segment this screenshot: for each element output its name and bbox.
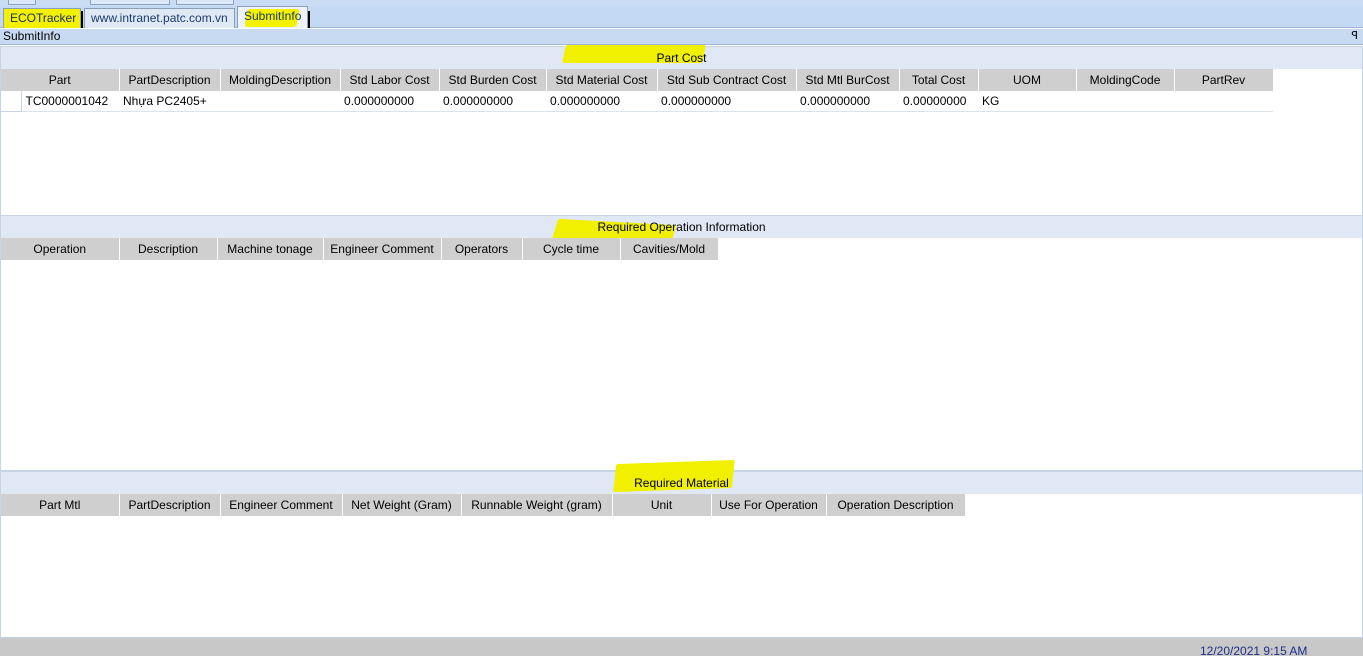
column-header-cavities-mold[interactable]: Cavities/Mold — [620, 238, 719, 260]
column-header-part-mtl[interactable]: Part Mtl — [1, 494, 120, 516]
operation-info-section: Required Operation Information Operation… — [0, 215, 1363, 471]
part-cost-header: Part Cost — [1, 45, 1362, 69]
cell-total-cost[interactable]: 0.00000000 — [899, 91, 979, 112]
column-header-moldingdescription[interactable]: MoldingDescription — [220, 69, 341, 91]
column-header-use-for-operation[interactable]: Use For Operation — [711, 494, 827, 516]
cell-std-mtl-burcost[interactable]: 0.000000000 — [796, 91, 900, 112]
material-grid: Part Mtl PartDescription Engineer Commen… — [1, 494, 966, 516]
column-header-part[interactable]: Part — [1, 69, 120, 91]
column-header-std-material-cost[interactable]: Std Material Cost — [546, 69, 658, 91]
pin-icon[interactable]: ꟼ — [1351, 29, 1358, 44]
tab-ecotracker[interactable]: ECOTracker — [3, 8, 81, 28]
cell-std-sub-contract-cost[interactable]: 0.000000000 — [657, 91, 797, 112]
cell-partrev[interactable] — [1174, 91, 1274, 112]
operation-grid: Operation Description Machine tonage Eng… — [1, 238, 719, 260]
column-header-cycle-time[interactable]: Cycle time — [522, 238, 621, 260]
cell-part[interactable]: TC0000001042 — [21, 91, 120, 112]
part-cost-grid: Part PartDescription MoldingDescription … — [1, 69, 1274, 112]
material-section: Required Material Part Mtl PartDescripti… — [0, 459, 1363, 638]
tab-separator — [308, 11, 310, 28]
column-header-std-burden-cost[interactable]: Std Burden Cost — [439, 69, 547, 91]
tab-intranet[interactable]: www.intranet.patc.com.vn — [84, 8, 235, 28]
section-title: Part Cost — [656, 51, 707, 65]
toolbar-square-2[interactable] — [90, 0, 170, 5]
column-header-operation-description[interactable]: Operation Description — [826, 494, 966, 516]
operation-info-header: Required Operation Information — [1, 216, 1362, 248]
status-bar: 12/20/2021 9:15 AM — [0, 638, 1363, 656]
column-header-moldingcode[interactable]: MoldingCode — [1076, 69, 1175, 91]
cell-partdescription[interactable]: Nhựa PC2405+ — [119, 91, 221, 112]
tab-label: SubmitInfo — [244, 9, 302, 23]
column-header-partdescription[interactable]: PartDescription — [119, 494, 221, 516]
column-header-partrev[interactable]: PartRev — [1174, 69, 1274, 91]
column-header-std-labor-cost[interactable]: Std Labor Cost — [340, 69, 440, 91]
column-header-operators[interactable]: Operators — [441, 238, 523, 260]
table-header-row: Part Mtl PartDescription Engineer Commen… — [1, 494, 966, 516]
toolbar-square-1[interactable] — [8, 0, 36, 5]
tab-label: ECOTracker — [10, 11, 77, 25]
table-header-row: Operation Description Machine tonage Eng… — [1, 238, 719, 260]
column-header-machine-tonage[interactable]: Machine tonage — [217, 238, 324, 260]
section-title: Required Material — [634, 476, 729, 490]
column-header-net-weight[interactable]: Net Weight (Gram) — [342, 494, 462, 516]
column-header-std-mtl-burcost[interactable]: Std Mtl BurCost — [796, 69, 900, 91]
toolbar-square-3[interactable] — [176, 0, 234, 5]
section-title: Required Operation Information — [597, 220, 766, 234]
column-header-engineer-comment[interactable]: Engineer Comment — [220, 494, 343, 516]
column-header-total-cost[interactable]: Total Cost — [899, 69, 979, 91]
column-header-description[interactable]: Description — [119, 238, 218, 260]
tab-separator — [81, 11, 83, 28]
panel-header: SubmitInfo ꟼ — [0, 29, 1363, 45]
part-cost-section: Part Cost Part PartDescription MoldingDe… — [0, 45, 1363, 216]
column-header-unit[interactable]: Unit — [612, 494, 712, 516]
cell-moldingdescription[interactable] — [220, 91, 341, 112]
column-header-partdescription[interactable]: PartDescription — [119, 69, 221, 91]
document-tab-bar: ECOTracker www.intranet.patc.com.vn Subm… — [0, 6, 1363, 28]
cell-std-material-cost[interactable]: 0.000000000 — [546, 91, 658, 112]
status-datetime: 12/20/2021 9:15 AM — [1200, 644, 1308, 656]
table-row[interactable]: TC0000001042 Nhựa PC2405+ 0.000000000 0.… — [1, 91, 1274, 112]
column-header-engineer-comment[interactable]: Engineer Comment — [323, 238, 442, 260]
cell-uom[interactable]: KG — [978, 91, 1077, 112]
tab-label: www.intranet.patc.com.vn — [91, 11, 228, 25]
cell-std-labor-cost[interactable]: 0.000000000 — [340, 91, 440, 112]
row-selector[interactable] — [1, 91, 22, 112]
column-header-uom[interactable]: UOM — [978, 69, 1077, 91]
tab-submitinfo[interactable]: SubmitInfo — [237, 6, 308, 28]
panel-title: SubmitInfo — [3, 29, 61, 43]
material-header: Required Material — [1, 459, 1362, 494]
column-header-std-sub-contract-cost[interactable]: Std Sub Contract Cost — [657, 69, 797, 91]
cell-moldingcode[interactable] — [1076, 91, 1175, 112]
cell-std-burden-cost[interactable]: 0.000000000 — [439, 91, 547, 112]
table-header-row: Part PartDescription MoldingDescription … — [1, 69, 1274, 91]
column-header-operation[interactable]: Operation — [1, 238, 120, 260]
column-header-runnable-weight[interactable]: Runnable Weight (gram) — [461, 494, 613, 516]
